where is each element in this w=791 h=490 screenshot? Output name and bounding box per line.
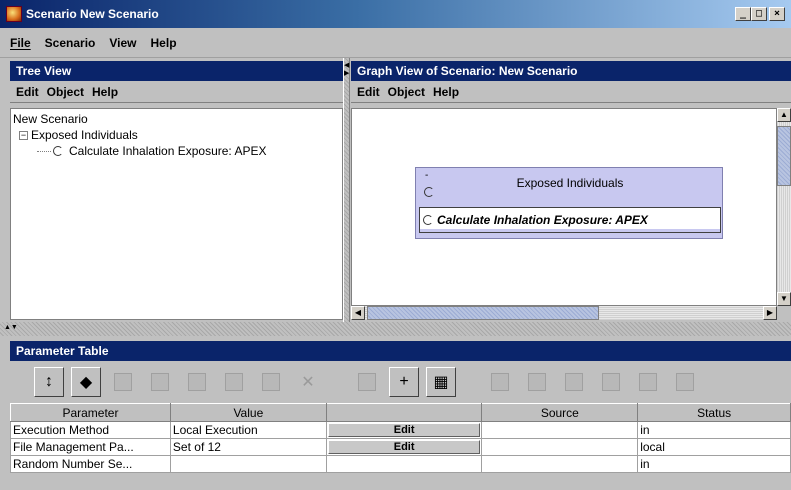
edit-button[interactable]: Edit bbox=[327, 423, 481, 437]
table-icon[interactable] bbox=[670, 367, 700, 397]
close-button[interactable]: × bbox=[769, 7, 785, 21]
object-icon[interactable] bbox=[596, 367, 626, 397]
action-cell bbox=[325, 455, 483, 473]
add-object-icon[interactable]: ▦ bbox=[426, 367, 456, 397]
tree-menu-object[interactable]: Object bbox=[47, 85, 84, 99]
module-icon bbox=[423, 215, 433, 225]
scroll-thumb[interactable] bbox=[777, 126, 791, 186]
action-cell: Edit bbox=[325, 421, 483, 439]
tree-menu-edit[interactable]: Edit bbox=[16, 85, 39, 99]
tree-root[interactable]: New Scenario bbox=[13, 111, 340, 127]
source-cell[interactable] bbox=[481, 438, 639, 456]
menu-help[interactable]: Help bbox=[151, 36, 177, 50]
graph-child-label: Calculate Inhalation Exposure: APEX bbox=[437, 213, 648, 227]
undo-icon[interactable] bbox=[108, 367, 138, 397]
scroll-down-icon[interactable]: ▼ bbox=[777, 292, 791, 306]
cut-icon[interactable] bbox=[182, 367, 212, 397]
tree-root-label[interactable]: New Scenario bbox=[13, 111, 88, 127]
maximize-button[interactable]: □ bbox=[751, 7, 767, 21]
graph-menu-object[interactable]: Object bbox=[388, 85, 425, 99]
graph-horizontal-scrollbar[interactable]: ◀ ▶ bbox=[351, 306, 777, 320]
scroll-up-icon[interactable]: ▲ bbox=[777, 108, 791, 122]
tree-group-label[interactable]: Exposed Individuals bbox=[31, 127, 138, 143]
graph-view-menu: Edit Object Help bbox=[351, 81, 791, 103]
parameter-cell[interactable]: File Management Pa... bbox=[10, 438, 171, 456]
paste-icon[interactable] bbox=[256, 367, 286, 397]
plus-icon[interactable]: + bbox=[389, 367, 419, 397]
edit-button[interactable]: Edit bbox=[327, 440, 481, 454]
column-header-value[interactable]: Value bbox=[169, 403, 327, 422]
window-icon[interactable] bbox=[633, 367, 663, 397]
move-up-down-icon[interactable]: ↕ bbox=[34, 367, 64, 397]
source-cell[interactable] bbox=[481, 421, 639, 439]
tree-view[interactable]: New Scenario − Exposed Individuals Calcu… bbox=[10, 108, 343, 320]
window-title: Scenario New Scenario bbox=[26, 7, 159, 21]
column-header-status[interactable]: Status bbox=[637, 403, 791, 422]
redo-icon[interactable] bbox=[145, 367, 175, 397]
scroll-left-icon[interactable]: ◀ bbox=[351, 306, 365, 320]
tree-view-menu: Edit Object Help bbox=[10, 81, 343, 103]
menu-scenario[interactable]: Scenario bbox=[45, 36, 96, 50]
status-cell[interactable]: in bbox=[637, 455, 791, 473]
status-cell[interactable]: in bbox=[637, 421, 791, 439]
value-cell[interactable]: Set of 12 bbox=[169, 438, 327, 456]
collapse-icon[interactable]: − bbox=[19, 130, 28, 140]
stamp-icon[interactable]: ◆ bbox=[71, 367, 101, 397]
document-icon[interactable] bbox=[522, 367, 552, 397]
value-cell[interactable]: Local Execution bbox=[169, 421, 327, 439]
action-cell: Edit bbox=[325, 438, 483, 456]
tree-group[interactable]: − Exposed Individuals bbox=[13, 127, 340, 143]
status-cell[interactable]: local bbox=[637, 438, 791, 456]
table-row[interactable]: Execution Method Local Execution Edit in bbox=[10, 421, 791, 439]
parameter-cell[interactable]: Random Number Se... bbox=[10, 455, 171, 473]
tree-view-header: Tree View bbox=[10, 61, 343, 81]
window-bottom-edge bbox=[0, 478, 791, 490]
column-header-action[interactable] bbox=[325, 403, 483, 422]
tree-menu-help[interactable]: Help bbox=[92, 85, 118, 99]
tree-leaf[interactable]: Calculate Inhalation Exposure: APEX bbox=[13, 143, 340, 159]
graph-icon[interactable] bbox=[559, 367, 589, 397]
graph-node-title: Exposed Individuals bbox=[516, 176, 624, 190]
graph-vertical-scrollbar[interactable]: ▲ ▼ bbox=[777, 108, 791, 306]
graph-menu-edit[interactable]: Edit bbox=[357, 85, 380, 99]
app-icon bbox=[6, 6, 22, 22]
menu-file[interactable]: File bbox=[10, 36, 31, 50]
parameter-toolbar: ↕ ◆ ✕ + ▦ bbox=[10, 361, 791, 403]
parameter-cell[interactable]: Execution Method bbox=[10, 421, 171, 439]
scroll-right-icon[interactable]: ▶ bbox=[763, 306, 777, 320]
column-header-source[interactable]: Source bbox=[481, 403, 639, 422]
table-row[interactable]: Random Number Se... in bbox=[10, 455, 791, 473]
graph-node-calculate-inhalation[interactable]: Calculate Inhalation Exposure: APEX bbox=[419, 207, 721, 233]
scroll-thumb[interactable] bbox=[367, 306, 599, 320]
window-title-bar: Scenario New Scenario _ □ × bbox=[0, 0, 791, 28]
module-icon bbox=[53, 146, 63, 156]
main-menu-bar: File Scenario View Help bbox=[0, 28, 791, 58]
tree-connector bbox=[37, 150, 51, 152]
graph-view-header: Graph View of Scenario: New Scenario bbox=[351, 61, 791, 81]
pen-icon[interactable] bbox=[352, 367, 382, 397]
tree-leaf-label[interactable]: Calculate Inhalation Exposure: APEX bbox=[69, 143, 266, 159]
source-cell[interactable] bbox=[481, 455, 639, 473]
vertical-splitter[interactable] bbox=[343, 58, 350, 328]
minimize-button[interactable]: _ bbox=[735, 7, 751, 21]
value-cell[interactable] bbox=[169, 455, 327, 473]
copy-icon[interactable] bbox=[219, 367, 249, 397]
splitter-arrows-icon[interactable]: ▲▼ bbox=[4, 324, 18, 332]
horizontal-splitter[interactable]: ▲▼ bbox=[0, 322, 791, 336]
table-row[interactable]: File Management Pa... Set of 12 Edit loc… bbox=[10, 438, 791, 456]
delete-icon[interactable]: ✕ bbox=[293, 367, 323, 397]
splitter-arrows-icon[interactable]: ◀ ▶ bbox=[344, 62, 350, 78]
column-header-parameter[interactable]: Parameter bbox=[10, 403, 171, 422]
edit-icon[interactable] bbox=[485, 367, 515, 397]
parameter-table[interactable]: Parameter Value Source Status Execution … bbox=[10, 403, 791, 473]
graph-menu-help[interactable]: Help bbox=[433, 85, 459, 99]
parameter-table-header: Parameter Table bbox=[10, 341, 791, 361]
menu-view[interactable]: View bbox=[109, 36, 136, 50]
